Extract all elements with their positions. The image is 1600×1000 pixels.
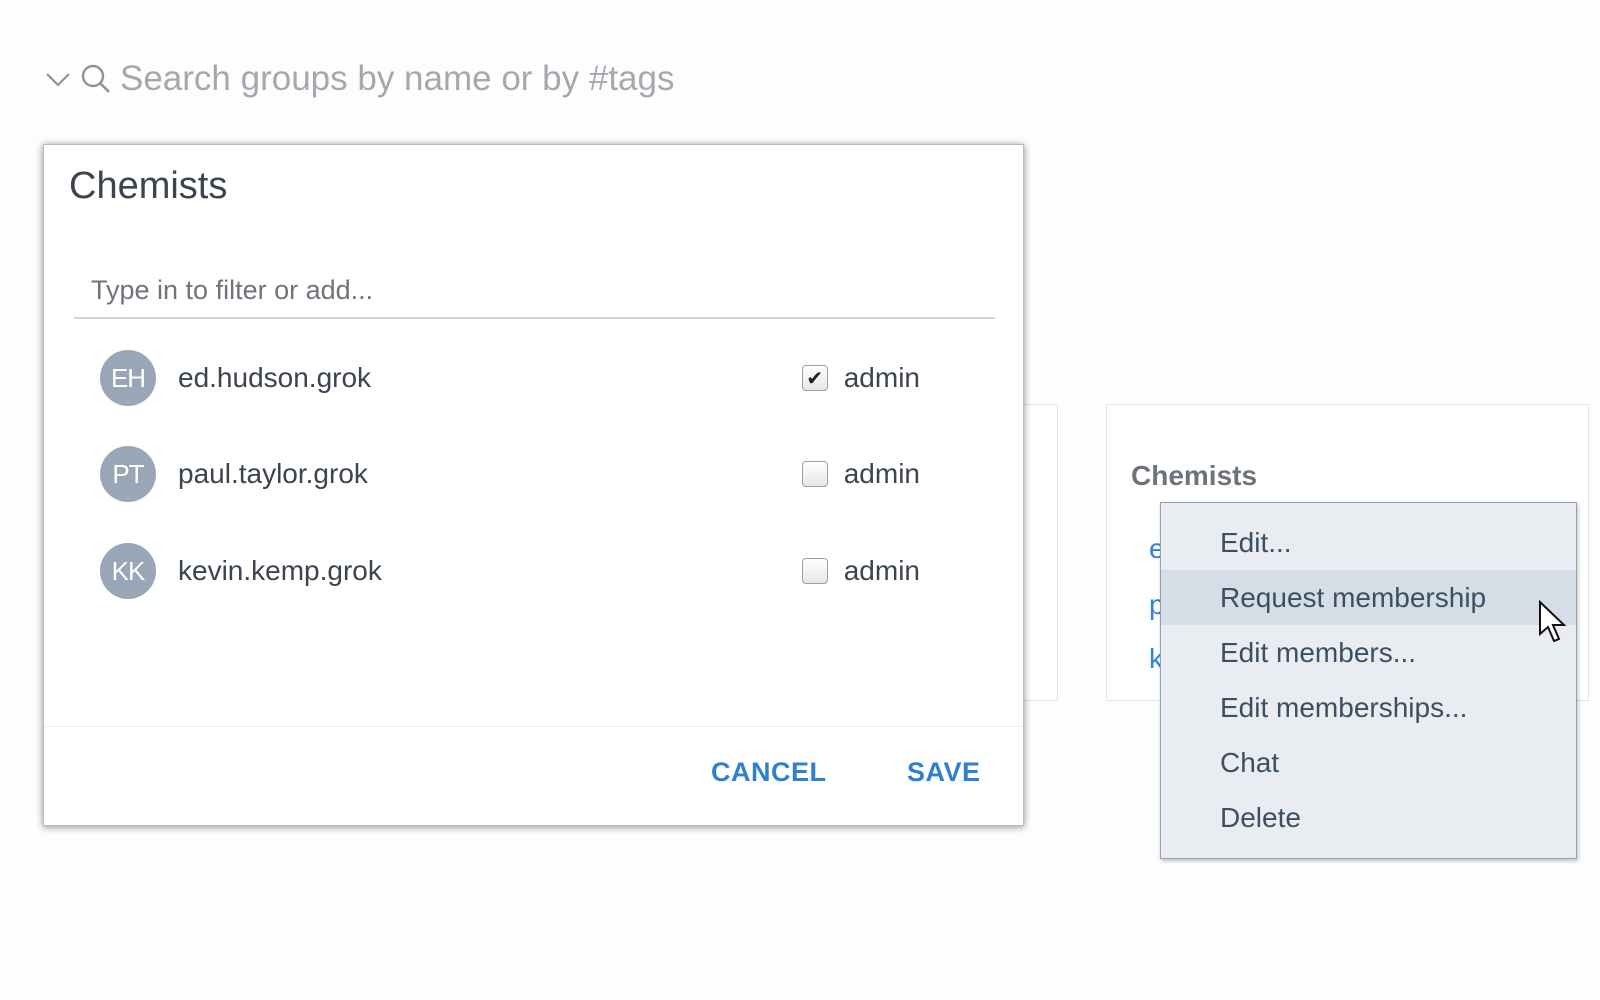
admin-checkbox[interactable]: ✔ — [801, 365, 828, 391]
member-row: PT paul.taylor.grok admin — [100, 444, 920, 504]
menu-item-delete[interactable]: Delete — [1161, 790, 1576, 845]
search-input[interactable] — [120, 59, 820, 99]
admin-label: admin — [843, 362, 920, 393]
search-icon — [81, 64, 110, 93]
checkmark-icon: ✔ — [806, 367, 824, 390]
filter-input[interactable] — [74, 263, 995, 319]
menu-item-chat[interactable]: Chat — [1161, 735, 1576, 790]
member-row: EH ed.hudson.grok ✔ admin — [100, 348, 920, 408]
footer-divider — [44, 726, 1023, 727]
menu-item-request-membership[interactable]: Request membership — [1161, 570, 1576, 625]
menu-item-edit[interactable]: Edit... — [1161, 515, 1576, 570]
admin-label: admin — [843, 458, 920, 489]
menu-item-edit-members[interactable]: Edit members... — [1161, 625, 1576, 680]
group-search — [44, 56, 820, 102]
mouse-cursor-icon — [1539, 600, 1567, 643]
member-name: paul.taylor.grok — [178, 458, 368, 489]
member-name: kevin.kemp.grok — [178, 555, 382, 586]
avatar: PT — [100, 446, 156, 502]
cancel-button[interactable]: CANCEL — [711, 757, 827, 788]
edit-members-dialog: Chemists EH ed.hudson.grok ✔ admin PT pa… — [43, 144, 1024, 826]
avatar: KK — [100, 543, 156, 599]
dialog-title: Chemists — [69, 165, 228, 207]
context-menu: Edit... Request membership Edit members.… — [1160, 502, 1577, 859]
member-row: KK kevin.kemp.grok admin — [100, 541, 920, 601]
save-button[interactable]: SAVE — [907, 757, 981, 788]
member-name: ed.hudson.grok — [178, 362, 372, 393]
group-card-title: Chemists — [1131, 460, 1258, 491]
chevron-down-icon[interactable] — [44, 69, 72, 89]
avatar: EH — [100, 350, 156, 406]
admin-label: admin — [843, 555, 920, 586]
menu-item-edit-memberships[interactable]: Edit memberships... — [1161, 680, 1576, 735]
admin-checkbox[interactable] — [801, 558, 828, 584]
admin-checkbox[interactable] — [801, 461, 828, 487]
